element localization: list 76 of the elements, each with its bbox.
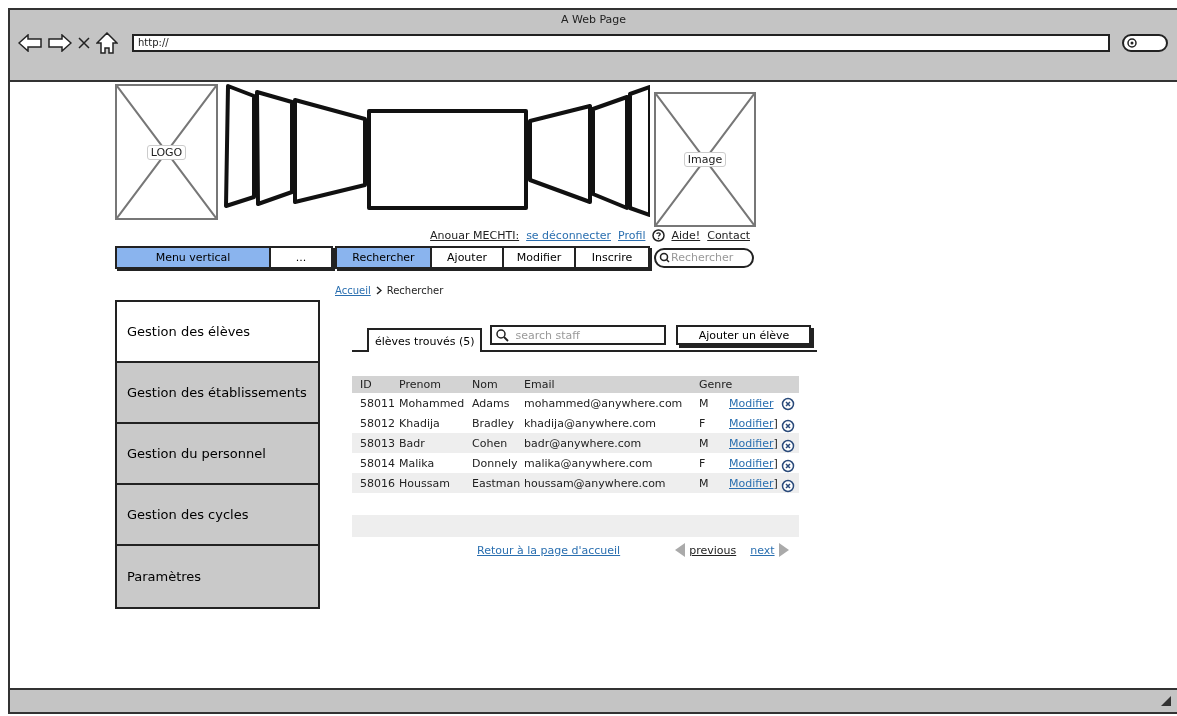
column-header: ID [360, 378, 373, 391]
table-cell-text: M [699, 476, 710, 490]
window-title: A Web Page [560, 13, 627, 26]
table-cell-text: Cohen [472, 436, 509, 450]
forward-icon[interactable] [48, 34, 72, 52]
table-cell-text: Malika [399, 456, 436, 470]
table-cell-text: Bradley [472, 416, 516, 430]
user-text-link[interactable]: Anouar MECHTI: [430, 229, 520, 242]
help-icon[interactable] [652, 229, 666, 242]
resize-grip-icon[interactable] [1161, 696, 1171, 706]
sidebar-item[interactable]: Gestion des cycles [117, 485, 318, 546]
table-cell-text: 58014 [360, 456, 396, 470]
next-link[interactable]: next [750, 543, 775, 557]
table-cell-text: malika@anywhere.com [524, 456, 654, 470]
user-link[interactable]: Profil [618, 229, 646, 242]
delete-icon[interactable] [781, 459, 795, 473]
delete-icon[interactable] [781, 479, 795, 493]
sidebar-item[interactable]: Gestion du personnel [117, 424, 318, 485]
table-cell-text: Houssam [399, 476, 451, 490]
bracket-mark: ] [773, 476, 778, 490]
table-cell-text: Eastman [472, 476, 522, 490]
search-icon [1127, 37, 1138, 49]
table-cell-text: Donnely [472, 456, 519, 470]
column-header: Email [524, 378, 556, 391]
breadcrumb-link[interactable]: Accueil [335, 285, 371, 296]
table-cell-text: 58016 [360, 476, 396, 490]
breadcrumb-current: Rechercher [386, 285, 444, 296]
table-cell-text: mohammed@anywhere.com [524, 396, 684, 410]
delete-icon[interactable] [781, 419, 795, 433]
search-icon [496, 328, 510, 342]
table-cell-text: M [699, 436, 710, 450]
bracket-mark: ] [773, 456, 778, 470]
table-cell-text: M [699, 396, 710, 410]
column-header: Nom [472, 378, 499, 391]
edit-link[interactable]: Modifier [729, 456, 774, 470]
delete-icon[interactable] [781, 397, 795, 411]
table-cell-text: Adams [472, 396, 511, 410]
menu-button[interactable]: Menu vertical [117, 248, 271, 267]
add-student-button[interactable]: Ajouter un élève [676, 325, 812, 345]
user-text-link[interactable]: Contact [707, 229, 750, 242]
column-header: Prenom [399, 378, 442, 391]
home-icon[interactable] [96, 32, 118, 54]
table-cell-text: 58012 [360, 416, 396, 430]
address-field[interactable]: http:// [132, 34, 1110, 52]
close-icon[interactable] [78, 37, 90, 49]
table-cell-text: Khadija [399, 416, 441, 430]
table-cell-text: khadija@anywhere.com [524, 416, 657, 430]
back-icon[interactable] [18, 34, 42, 52]
user-link[interactable]: se déconnecter [526, 229, 611, 242]
edit-link[interactable]: Modifier [729, 476, 774, 490]
table-cell-text: badr@anywhere.com [524, 436, 643, 450]
bracket-mark: ] [773, 416, 778, 430]
chevron-icon [375, 286, 382, 295]
toolbar-tab[interactable]: Rechercher [337, 248, 432, 267]
table-cell-text: 58011 [360, 396, 396, 410]
logo-label: LOGO [146, 144, 187, 160]
table-cell-text: 58013 [360, 436, 396, 450]
table-cell-text: houssam@anywhere.com [524, 476, 667, 490]
search-icon [659, 252, 670, 263]
home-link[interactable]: Retour à la page d'accueil [477, 543, 621, 557]
sidebar-item[interactable]: Paramètres [117, 546, 318, 607]
edit-link[interactable]: Modifier [729, 396, 774, 410]
table-cell-text: F [699, 456, 707, 470]
edit-link[interactable]: Modifier [729, 416, 774, 430]
help-link[interactable]: Aide! [671, 229, 701, 242]
table-cell-text: F [699, 416, 707, 430]
bracket-mark: ] [773, 436, 778, 450]
delete-icon[interactable] [781, 439, 795, 453]
image-label: Image [683, 152, 727, 167]
results-tab[interactable]: élèves trouvés (5) [367, 328, 483, 352]
edit-link[interactable]: Modifier [729, 436, 774, 450]
table-cell-text: Mohammed [399, 396, 466, 410]
table-cell-text: Badr [399, 436, 426, 450]
browser-search-field[interactable] [1122, 34, 1168, 52]
sidebar-item[interactable]: Gestion des établissements [117, 363, 318, 424]
previous-link[interactable]: previous [689, 543, 737, 557]
